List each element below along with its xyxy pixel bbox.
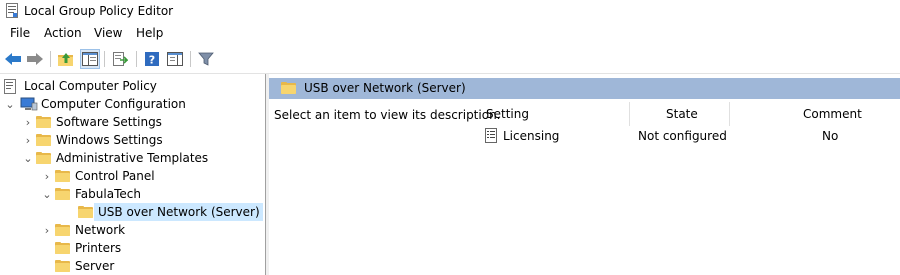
tree-item-printers[interactable]: Printers: [41, 239, 121, 257]
title-bar: Local Group Policy Editor: [0, 0, 900, 24]
filter-button[interactable]: [196, 49, 216, 69]
back-button[interactable]: [3, 49, 23, 69]
tree-item-network[interactable]: › Network: [41, 221, 125, 239]
tree-item-label: Server: [75, 259, 115, 273]
help-button[interactable]: ?: [142, 49, 162, 69]
folder-icon: [55, 259, 71, 273]
tree-item-server[interactable]: Server: [41, 257, 114, 275]
export-list-button[interactable]: [110, 49, 130, 69]
tree-item-administrative-templates[interactable]: ⌄ Administrative Templates: [22, 149, 208, 167]
folder-icon: [78, 205, 94, 219]
column-divider[interactable]: [729, 102, 730, 126]
chevron-right-icon[interactable]: ›: [22, 131, 34, 149]
show-hide-tree-icon: [82, 52, 98, 66]
properties-icon: [167, 52, 183, 66]
column-header-setting[interactable]: Setting: [486, 102, 529, 126]
folder-icon: [55, 223, 71, 237]
window-title: Local Group Policy Editor: [24, 4, 174, 18]
tree-item-label: Printers: [75, 241, 122, 255]
details-pane: USB over Network (Server) Select an item…: [269, 74, 900, 275]
chevron-down-icon[interactable]: ⌄: [41, 185, 53, 203]
tree-item-label: Network: [75, 223, 126, 237]
policy-document-icon: [4, 78, 16, 94]
computer-icon: [20, 97, 38, 111]
tree-item-windows-settings[interactable]: › Windows Settings: [22, 131, 163, 149]
folder-icon: [36, 115, 52, 129]
setting-comment: No: [822, 129, 839, 143]
menu-action[interactable]: Action: [42, 26, 84, 40]
tree-item-local-computer-policy[interactable]: Local Computer Policy: [4, 77, 157, 95]
tree-item-label: Control Panel: [75, 169, 155, 183]
chevron-right-icon[interactable]: ›: [41, 167, 53, 185]
folder-icon: [55, 169, 71, 183]
help-icon: ?: [145, 52, 159, 67]
filter-icon: [198, 52, 214, 66]
properties-button[interactable]: [165, 49, 185, 69]
folder-icon: [36, 133, 52, 147]
setting-name: Licensing: [503, 129, 560, 143]
up-folder-icon: [58, 53, 73, 66]
tree-item-usb-over-network-server[interactable]: USB over Network (Server): [60, 203, 263, 221]
folder-icon: [36, 151, 52, 165]
tree-item-label: Computer Configuration: [41, 97, 186, 111]
column-header-state[interactable]: State: [666, 102, 698, 126]
column-header-comment[interactable]: Comment: [803, 102, 862, 126]
chevron-down-icon[interactable]: ⌄: [4, 95, 16, 113]
column-divider[interactable]: [629, 102, 630, 126]
forward-button[interactable]: [25, 49, 45, 69]
menu-help[interactable]: Help: [134, 26, 165, 40]
details-header: USB over Network (Server): [269, 78, 900, 99]
tree-item-control-panel[interactable]: › Control Panel: [41, 167, 155, 185]
tree-item-label: Administrative Templates: [56, 151, 209, 165]
tree-item-label: USB over Network (Server): [94, 203, 263, 221]
tree-item-label: Local Computer Policy: [24, 79, 157, 93]
tree-item-label: FabulaTech: [75, 187, 141, 201]
folder-icon: [281, 82, 297, 95]
forward-icon: [27, 53, 43, 65]
chevron-down-icon[interactable]: ⌄: [22, 149, 34, 167]
tree-item-software-settings[interactable]: › Software Settings: [22, 113, 162, 131]
export-list-icon: [113, 52, 128, 66]
show-hide-tree-button[interactable]: [80, 49, 100, 69]
setting-state: Not configured: [638, 129, 727, 143]
policy-editor-icon: [6, 3, 18, 18]
tree-item-fabulatech[interactable]: ⌄ FabulaTech: [41, 185, 141, 203]
tree-item-label: Windows Settings: [56, 133, 163, 147]
setting-page-icon: [485, 128, 497, 143]
description-text: Select an item to view its description.: [274, 108, 501, 122]
folder-icon: [55, 241, 71, 255]
tree-item-computer-configuration[interactable]: ⌄ Computer Configuration: [4, 95, 186, 113]
folder-icon: [55, 187, 71, 201]
menu-file[interactable]: File: [8, 26, 32, 40]
menu-view[interactable]: View: [92, 26, 124, 40]
up-folder-button[interactable]: [56, 49, 76, 69]
chevron-right-icon[interactable]: ›: [41, 221, 53, 239]
chevron-right-icon[interactable]: ›: [22, 113, 34, 131]
tree-item-label: Software Settings: [56, 115, 162, 129]
svg-text:?: ?: [149, 54, 155, 67]
details-header-title: USB over Network (Server): [304, 81, 466, 95]
back-icon: [5, 53, 21, 65]
console-tree: Local Computer Policy ⌄ Computer Configu…: [0, 74, 266, 275]
toolbar: ?: [0, 45, 900, 74]
menu-bar: File Action View Help: [0, 24, 900, 44]
